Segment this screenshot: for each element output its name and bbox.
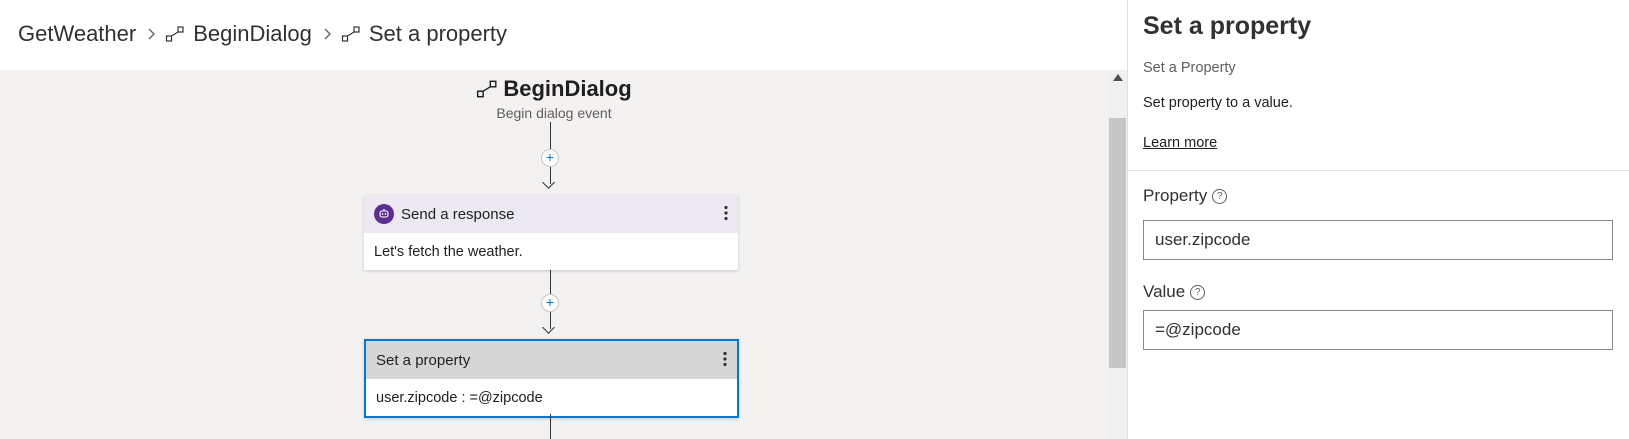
- more-vertical-icon[interactable]: [724, 205, 728, 224]
- node-body: user.zipcode : =@zipcode: [376, 389, 543, 406]
- event-trigger-icon: [341, 25, 361, 43]
- event-trigger-icon: [165, 25, 185, 43]
- help-circle-icon[interactable]: ?: [1212, 188, 1228, 204]
- breadcrumb-item-getweather[interactable]: GetWeather: [18, 21, 136, 47]
- breadcrumb: GetWeather BeginDialog Set a property: [18, 14, 507, 54]
- node-title: Send a response: [401, 205, 515, 223]
- breadcrumb-label: GetWeather: [18, 21, 137, 46]
- scrollbar-thumb[interactable]: [1109, 118, 1126, 368]
- node-header: Set a property: [366, 341, 737, 379]
- arrow-down-icon: [542, 321, 555, 334]
- breadcrumb-item-begindialog[interactable]: BeginDialog: [165, 21, 312, 47]
- field-label-text: Property: [1143, 186, 1208, 205]
- node-title: Set a property: [376, 351, 471, 369]
- field-label-text: Value: [1143, 282, 1186, 301]
- breadcrumb-item-set-a-property[interactable]: Set a property: [341, 21, 507, 47]
- value-input[interactable]: [1143, 310, 1613, 350]
- value-field-label: Value ?: [1143, 282, 1206, 302]
- pane-subtitle: Set a Property: [1143, 60, 1236, 76]
- trigger-title: BeginDialog: [503, 76, 632, 101]
- learn-more-link[interactable]: Learn more: [1143, 135, 1217, 151]
- pane-description: Set property to a value.: [1143, 95, 1293, 111]
- property-field-label: Property ?: [1143, 186, 1228, 206]
- pane-divider: [1128, 170, 1629, 171]
- scroll-up-icon[interactable]: [1113, 74, 1123, 81]
- pane-title: Set a property: [1143, 12, 1312, 40]
- bot-icon: [374, 204, 394, 224]
- more-vertical-icon[interactable]: [723, 351, 727, 370]
- set-property-node[interactable]: Set a property user.zipcode : =@zipcode: [364, 339, 739, 418]
- chevron-right-icon: [324, 28, 332, 40]
- help-circle-icon[interactable]: ?: [1190, 284, 1206, 300]
- property-input[interactable]: [1143, 220, 1613, 260]
- send-response-node[interactable]: Send a response Let's fetch the weather.: [364, 195, 738, 270]
- node-body: Let's fetch the weather.: [374, 243, 523, 260]
- trigger-subtitle: Begin dialog event: [496, 105, 612, 121]
- arrow-down-icon: [542, 176, 555, 189]
- trigger-node[interactable]: BeginDialog Begin dialog event: [0, 76, 1108, 121]
- canvas-scrollbar[interactable]: [1108, 70, 1127, 439]
- property-pane: Set a property Set a Property Set proper…: [1127, 0, 1629, 439]
- breadcrumb-label: Set a property: [368, 21, 508, 46]
- breadcrumb-label: BeginDialog: [193, 21, 312, 46]
- node-header: Send a response: [364, 195, 738, 233]
- add-action-button[interactable]: +: [541, 149, 559, 167]
- add-action-button[interactable]: +: [541, 294, 559, 312]
- chevron-right-icon: [148, 28, 156, 40]
- dialog-canvas[interactable]: BeginDialog Begin dialog event + Send a …: [0, 70, 1108, 439]
- event-trigger-icon: [476, 79, 498, 99]
- connector-line: [550, 414, 551, 439]
- trigger-title-row: BeginDialog: [476, 76, 632, 102]
